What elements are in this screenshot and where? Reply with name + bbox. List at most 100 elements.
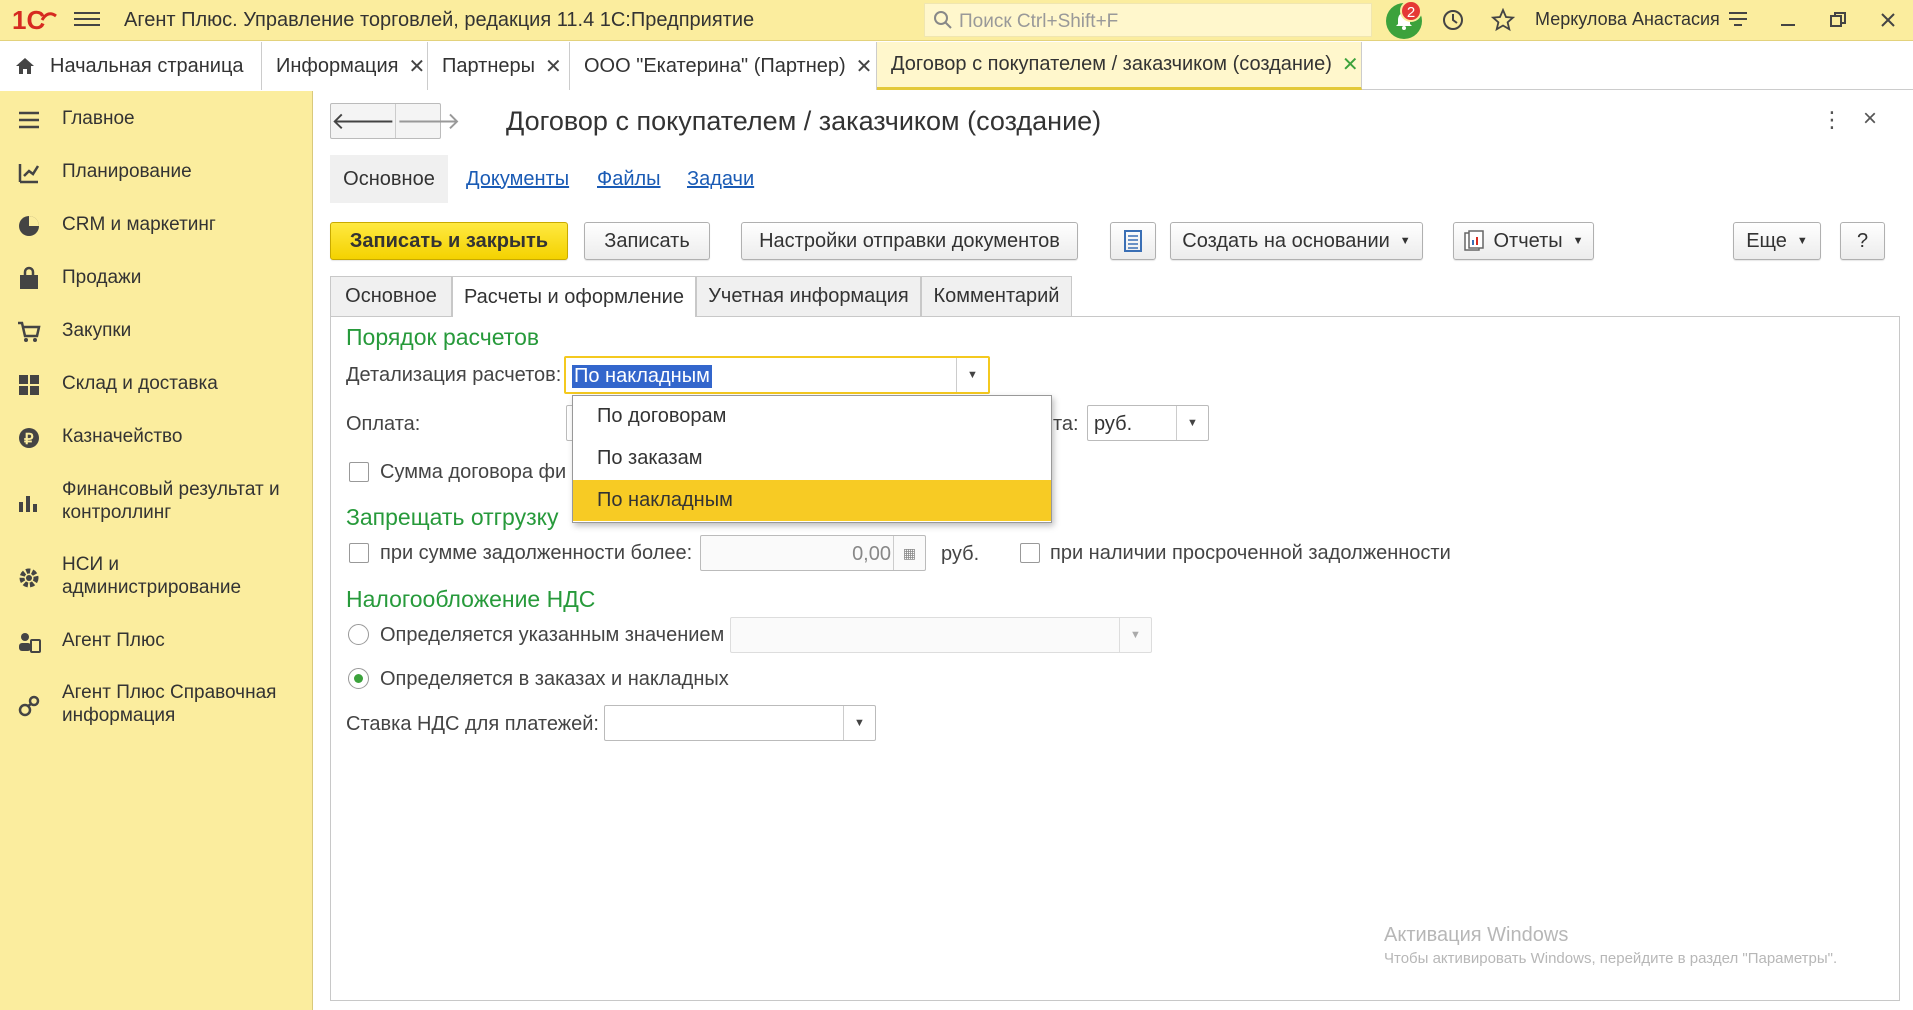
close-window-icon[interactable]: [1874, 6, 1902, 34]
pie-chart-icon: [19, 216, 39, 236]
sidebar-item-main[interactable]: Главное: [0, 107, 313, 137]
bar-chart-icon: [19, 496, 37, 512]
favorites-star-icon[interactable]: [1489, 6, 1517, 34]
tab-contract-creation[interactable]: Договор с покупателем / заказчиком (созд…: [877, 42, 1362, 90]
create-based-button[interactable]: Создать на основании ▼: [1170, 222, 1423, 260]
calculator-button[interactable]: [1110, 222, 1156, 260]
chevron-down-icon[interactable]: ▼: [1119, 618, 1151, 652]
debt-over-label: при сумме задолженности более:: [380, 542, 693, 564]
nav-main[interactable]: Основное: [330, 155, 448, 203]
reports-label: Отчеты: [1493, 229, 1563, 252]
sum-fixed-label: Сумма договора фи: [380, 461, 567, 483]
overdue-checkbox[interactable]: [1020, 543, 1040, 563]
dropdown-option-orders[interactable]: По заказам: [573, 438, 1051, 479]
nav-link-documents[interactable]: Документы: [466, 155, 569, 203]
section-title-vat: Налогообложение НДС: [346, 586, 596, 612]
nav-link-tasks[interactable]: Задачи: [687, 155, 754, 203]
tab-partners[interactable]: Партнеры ✕: [428, 42, 570, 90]
history-icon[interactable]: [1439, 6, 1467, 34]
reports-button[interactable]: Отчеты ▼: [1453, 222, 1594, 260]
window-tabs-bar: Начальная страница Информация ✕ Партнеры ✕…: [0, 42, 1913, 90]
sidebar-item-purchases[interactable]: Закупки: [0, 319, 313, 349]
warehouse-icon: [19, 375, 39, 395]
send-settings-button[interactable]: Настройки отправки документов: [741, 222, 1078, 260]
tab-settlements[interactable]: Расчеты и оформление: [452, 276, 696, 317]
sidebar-item-financial-result[interactable]: Финансовый результат и контроллинг: [0, 478, 313, 528]
section-title-shipment: Запрещать отгрузку: [346, 504, 559, 530]
chevron-down-icon[interactable]: ▼: [956, 358, 988, 392]
close-tab-icon[interactable]: ✕: [545, 54, 562, 79]
sidebar-item-agent-plus-reference[interactable]: Агент Плюс Справочная информация: [0, 681, 313, 731]
coin-icon: ₽: [19, 428, 39, 448]
notifications-badge: 2: [1400, 0, 1422, 22]
chevron-down-icon[interactable]: ▼: [843, 706, 875, 740]
dropdown-option-invoices[interactable]: По накладным: [573, 480, 1051, 521]
payment-label: Оплата:: [346, 413, 421, 435]
overdue-label: при наличии просроченной задолженности: [1050, 542, 1451, 564]
document-list-icon: [1124, 230, 1142, 252]
chevron-down-icon: ▼: [1572, 235, 1584, 247]
close-tab-icon[interactable]: ✕: [408, 54, 425, 79]
vat-rate-select-disabled[interactable]: ▼: [730, 617, 1152, 653]
sidebar-item-sales[interactable]: Продажи: [0, 266, 313, 296]
dropdown-option-contracts[interactable]: По договорам: [573, 396, 1051, 437]
more-actions-icon[interactable]: ⋮: [1821, 107, 1843, 133]
chevron-down-icon[interactable]: ▼: [1176, 406, 1208, 440]
currency-value: руб.: [1094, 413, 1133, 435]
detail-label: Детализация расчетов:: [346, 364, 562, 386]
currency-select[interactable]: руб. ▼: [1087, 405, 1209, 441]
tab-label: Начальная страница: [50, 54, 244, 77]
chevron-down-icon: ▼: [1399, 235, 1411, 247]
cart-icon: [18, 321, 41, 342]
sidebar-item-nsi-admin[interactable]: НСИ и администрирование: [0, 553, 313, 603]
tab-comment[interactable]: Комментарий: [921, 276, 1072, 316]
minimize-icon[interactable]: [1774, 6, 1802, 34]
sidebar-item-crm[interactable]: CRM и маркетинг: [0, 213, 313, 243]
debt-amount-field[interactable]: 0,00 ▦: [700, 535, 926, 571]
tab-partner-ekaterina[interactable]: ООО "Екатерина" (Партнер) ✕: [570, 42, 877, 90]
app-title: Агент Плюс. Управление торговлей, редакц…: [124, 9, 755, 31]
settings-lines-icon[interactable]: [1724, 6, 1752, 34]
close-tab-icon[interactable]: ✕: [856, 54, 873, 79]
vat-payment-rate-select[interactable]: ▼: [604, 705, 876, 741]
forward-arrow-icon[interactable]: 🡒: [395, 104, 461, 138]
vat-specified-radio[interactable]: [348, 624, 369, 645]
debt-over-checkbox[interactable]: [349, 543, 369, 563]
sum-fixed-checkbox[interactable]: [349, 462, 369, 482]
tab-information[interactable]: Информация ✕: [262, 42, 428, 90]
back-arrow-icon[interactable]: 🡐: [331, 104, 395, 138]
home-icon: [16, 58, 34, 74]
close-form-icon[interactable]: ×: [1863, 105, 1877, 133]
active-tab-join: [453, 315, 695, 318]
help-button[interactable]: ?: [1840, 222, 1885, 260]
sidebar-item-planning[interactable]: Планирование: [0, 160, 313, 190]
main-menu-icon[interactable]: [74, 8, 100, 32]
detail-select[interactable]: По накладным ▼: [564, 356, 990, 394]
nav-link-files[interactable]: Файлы: [597, 155, 661, 203]
sidebar-item-label: Закупки: [62, 320, 132, 341]
save-and-close-button[interactable]: Записать и закрыть: [330, 222, 568, 260]
tab-basic[interactable]: Основное: [330, 276, 452, 316]
1c-logo-icon: 1С: [12, 5, 57, 35]
detail-value: По накладным: [572, 365, 712, 388]
calculator-icon[interactable]: ▦: [893, 536, 925, 570]
close-tab-icon[interactable]: ✕: [1342, 52, 1359, 77]
vat-specified-label: Определяется указанным значением: [380, 624, 725, 646]
detail-dropdown-list: По договорам По заказам По накладным: [572, 395, 1052, 523]
tab-home-page[interactable]: Начальная страница: [0, 42, 262, 90]
restore-icon[interactable]: [1824, 6, 1852, 34]
sidebar-item-agent-plus[interactable]: Агент Плюс: [0, 629, 313, 659]
sidebar-item-label: Финансовый результат и контроллинг: [62, 479, 280, 523]
more-button[interactable]: Еще ▼: [1733, 222, 1821, 260]
search-input[interactable]: Поиск Ctrl+Shift+F: [924, 3, 1372, 37]
svg-text:1С: 1С: [12, 5, 45, 35]
history-nav: 🡐 🡒: [330, 103, 461, 139]
user-name[interactable]: Меркулова Анастасия: [1535, 9, 1720, 30]
more-label: Еще: [1746, 229, 1787, 252]
tab-accounting-info[interactable]: Учетная информация: [696, 276, 921, 316]
sidebar-item-treasury[interactable]: ₽ Казначейство: [0, 425, 313, 455]
save-button[interactable]: Записать: [584, 222, 710, 260]
gear-icon: [19, 568, 39, 588]
sidebar-item-warehouse[interactable]: Склад и доставка: [0, 372, 313, 402]
vat-orders-radio[interactable]: [348, 668, 369, 689]
